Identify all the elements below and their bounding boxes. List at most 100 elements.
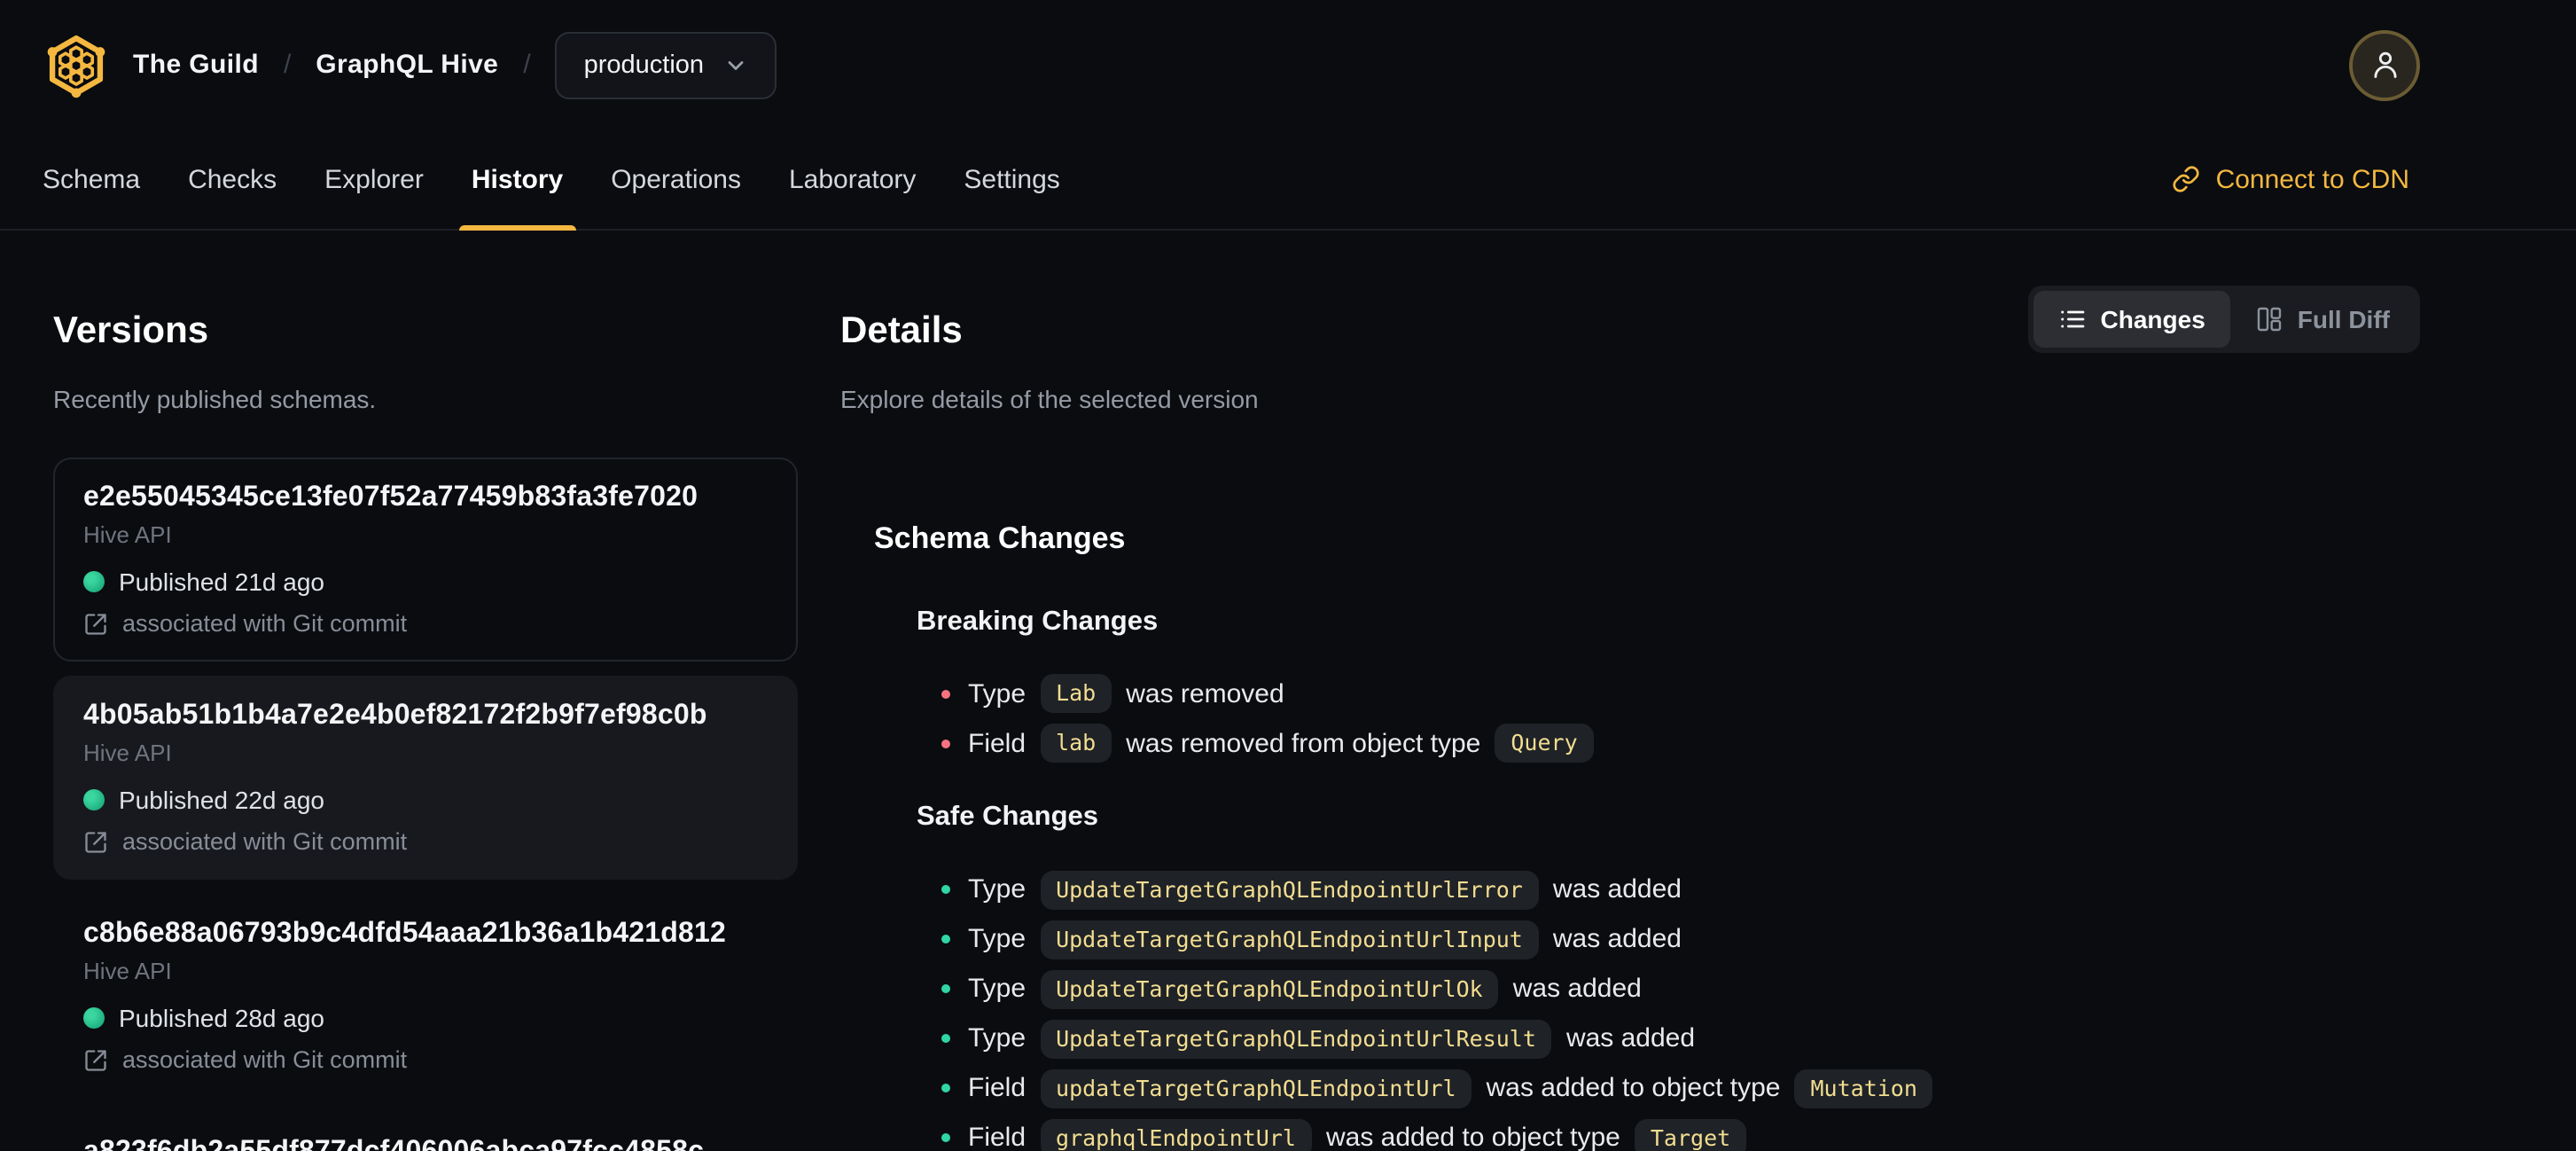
user-menu-button[interactable] (2349, 29, 2420, 100)
change-text: Type (968, 1023, 1026, 1054)
version-card[interactable]: e2e55045345ce13fe07f52a77459b83fa3fe7020… (53, 457, 798, 662)
top-bar: The Guild / GraphQL Hive / production (0, 0, 2576, 129)
details-title: Details (840, 310, 963, 352)
code-chip: updateTargetGraphQLEndpointUrl (1040, 1069, 1472, 1108)
published-status-label: Published 28d ago (119, 1003, 324, 1032)
code-chip: Lab (1040, 674, 1112, 714)
breadcrumb: The Guild / GraphQL Hive / production (43, 31, 777, 98)
version-hash: e2e55045345ce13fe07f52a77459b83fa3fe7020 (83, 482, 699, 513)
change-item: Type UpdateTargetGraphQLEndpointUrlResult… (941, 1019, 2420, 1059)
published-status-dot (83, 570, 105, 592)
target-selector-value: production (583, 51, 705, 79)
versions-subtitle: Recently published schemas. (53, 384, 377, 413)
safe-bullet-icon (941, 1034, 950, 1044)
breadcrumb-separator: / (283, 50, 292, 80)
git-commit-link[interactable]: associated with Git commit (83, 1046, 768, 1075)
code-chip: UpdateTargetGraphQLEndpointUrlOk (1040, 969, 1499, 1009)
changes-view-button[interactable]: Changes (2033, 291, 2230, 348)
version-published-status: Published 28d ago (83, 1004, 768, 1032)
published-status-dot (83, 788, 105, 810)
safe-bullet-icon (941, 935, 950, 944)
breadcrumb-org[interactable]: The Guild (133, 50, 259, 80)
version-published-status: Published 21d ago (83, 568, 768, 596)
git-commit-link[interactable]: associated with Git commit (83, 610, 768, 638)
version-service-label: Hive API (83, 957, 172, 984)
code-chip: UpdateTargetGraphQLEndpointUrlInput (1040, 920, 1539, 959)
code-chip: Target (1634, 1118, 1747, 1151)
safe-bullet-icon (941, 1133, 950, 1143)
code-chip: graphqlEndpointUrl (1040, 1118, 1312, 1151)
change-text: was removed (1126, 678, 1284, 709)
details-subtitle: Explore details of the selected version (840, 384, 1259, 413)
change-list: Type Lab was removed Field lab was removed fr… (941, 674, 2420, 763)
change-group-title: Safe Changes (917, 802, 1099, 833)
chevron-down-icon (723, 52, 748, 77)
change-text: was added to object type (1325, 1123, 1620, 1151)
change-text: Field (968, 1123, 1026, 1151)
version-card[interactable]: a823f6db2a55df877dcf406006abca97fcc4858c… (53, 1112, 798, 1151)
change-item: Type UpdateTargetGraphQLEndpointUrlInput w… (941, 920, 2420, 959)
list-icon (2058, 305, 2087, 333)
versions-panel: Versions Recently published schemas. e2e… (53, 280, 798, 1151)
code-chip: Mutation (1794, 1069, 1933, 1108)
tab-schema[interactable]: Schema (25, 129, 158, 229)
breadcrumb-trail: The Guild / GraphQL Hive / production (133, 31, 777, 98)
connect-to-cdn-button[interactable]: Connect to CDN (2161, 129, 2420, 229)
changes-view-label: Changes (2100, 305, 2205, 333)
change-text: was added (1565, 1023, 1696, 1054)
breaking-bullet-icon (941, 739, 950, 748)
code-chip: UpdateTargetGraphQLEndpointUrlResult (1040, 1019, 1552, 1059)
change-text: was added to object type (1486, 1073, 1781, 1104)
primary-tabs: Schema Checks Explorer History Operations Lab… (25, 129, 1090, 231)
change-text: Field (968, 1073, 1026, 1104)
change-text: Field (968, 728, 1026, 759)
change-text: Type (968, 678, 1026, 709)
external-link-icon (83, 830, 108, 855)
app-window: The Guild / GraphQL Hive / production Sc… (0, 0, 2576, 1151)
tab-settings[interactable]: Settings (946, 129, 1077, 229)
view-toggle-group: Changes Full Diff (2027, 286, 2420, 353)
change-text: Type (968, 974, 1026, 1005)
git-commit-link[interactable]: associated with Git commit (83, 828, 768, 857)
tab-operations[interactable]: Operations (593, 129, 759, 229)
change-item: Field updateTargetGraphQLEndpointUrl was a… (941, 1069, 2420, 1108)
breadcrumb-separator: / (523, 50, 531, 80)
external-link-icon (83, 1048, 108, 1073)
change-item: Type UpdateTargetGraphQLEndpointUrlOk was … (941, 969, 2420, 1009)
tab-history[interactable]: History (454, 129, 581, 231)
safe-bullet-icon (941, 1084, 950, 1093)
change-item: Field lab was removed from object type Quer… (941, 724, 2420, 763)
target-selector-dropdown[interactable]: production (555, 31, 777, 98)
version-published-status: Published 22d ago (83, 786, 768, 814)
version-hash: a823f6db2a55df877dcf406006abca97fcc4858c (83, 1135, 768, 1151)
version-hash: c8b6e88a06793b9c4dfd54aaa21b36a1b421d812 (83, 918, 726, 949)
published-status-label: Published 21d ago (119, 567, 324, 596)
full-diff-view-button[interactable]: Full Diff (2230, 291, 2415, 348)
change-item: Type Lab was removed (941, 674, 2420, 714)
change-text: Type (968, 874, 1026, 905)
tab-checks[interactable]: Checks (170, 129, 294, 229)
breadcrumb-project[interactable]: GraphQL Hive (316, 50, 498, 80)
external-link-icon (83, 612, 108, 637)
versions-list: e2e55045345ce13fe07f52a77459b83fa3fe7020… (53, 457, 798, 1151)
full-diff-view-label: Full Diff (2297, 305, 2390, 333)
tab-explorer[interactable]: Explorer (307, 129, 441, 229)
code-chip: Query (1495, 724, 1594, 763)
published-status-dot (83, 1006, 105, 1029)
split-columns-icon (2255, 305, 2283, 333)
primary-nav: Schema Checks Explorer History Operations Lab… (0, 129, 2576, 231)
change-text: Type (968, 924, 1026, 955)
version-card[interactable]: 4b05ab51b1b4a7e2e4b0ef82172f2b9f7ef98c0b… (53, 675, 798, 880)
git-commit-label: associated with Git commit (122, 1045, 408, 1073)
details-header-text: Details Explore details of the selected … (840, 280, 1259, 440)
versions-title: Versions (53, 310, 209, 352)
code-chip: lab (1040, 724, 1112, 763)
published-status-label: Published 22d ago (119, 785, 324, 814)
change-group-title: Breaking Changes (917, 606, 1159, 637)
safe-bullet-icon (941, 885, 950, 895)
tab-laboratory[interactable]: Laboratory (771, 129, 933, 229)
version-card[interactable]: c8b6e88a06793b9c4dfd54aaa21b36a1b421d812… (53, 894, 798, 1098)
git-commit-label: associated with Git commit (122, 827, 408, 855)
link-icon (2172, 165, 2200, 193)
change-group: Breaking Changes Type Lab was removed Field… (917, 605, 2420, 763)
